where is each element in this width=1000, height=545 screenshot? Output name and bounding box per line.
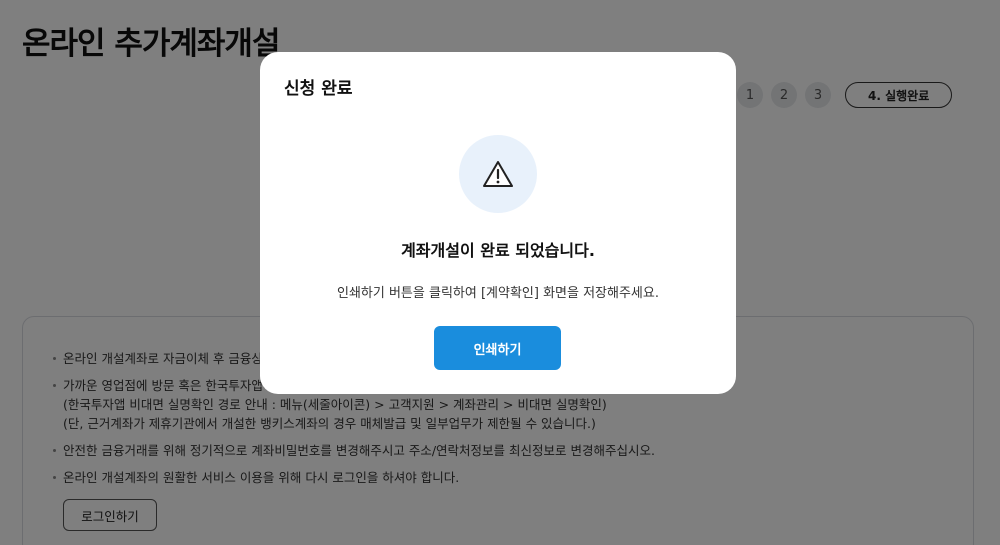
completion-modal: 신청 완료 계좌개설이 완료 되었습니다. 인쇄하기 버튼을 클릭하여 [계약확… bbox=[260, 52, 736, 394]
warning-icon-badge bbox=[459, 135, 537, 213]
modal-heading: 계좌개설이 완료 되었습니다. bbox=[401, 241, 595, 260]
print-button[interactable]: 인쇄하기 bbox=[434, 326, 561, 370]
warning-triangle-icon bbox=[483, 161, 513, 187]
page: 온라인 추가계좌개설 1 2 3 4. 실행완료 온라인 개설계좌로 자금이체 … bbox=[0, 0, 1000, 545]
modal-title: 신청 완료 bbox=[284, 79, 353, 99]
modal-description: 인쇄하기 버튼을 클릭하여 [계약확인] 화면을 저장해주세요. bbox=[337, 286, 659, 301]
